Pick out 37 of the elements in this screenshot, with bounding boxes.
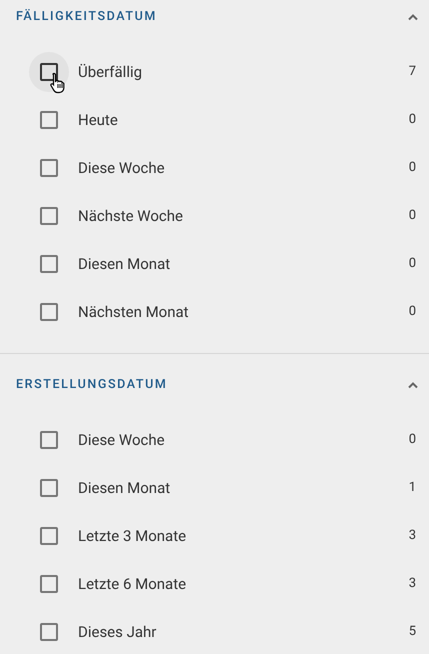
filter-label: Diese Woche <box>78 430 166 451</box>
filter-label: Diesen Monat <box>78 254 172 275</box>
checkbox[interactable] <box>40 255 58 273</box>
filter-label: Diese Woche <box>78 158 166 179</box>
checkbox[interactable] <box>40 527 58 545</box>
filter-label: Nächste Woche <box>78 206 184 227</box>
checkbox[interactable] <box>40 479 58 497</box>
filter-label: Dieses Jahr <box>78 622 158 643</box>
filter-label: Heute <box>78 110 119 131</box>
filter-count: 0 <box>408 431 416 450</box>
checkbox[interactable] <box>40 159 58 177</box>
filter-count: 5 <box>408 623 416 642</box>
filter-count: 0 <box>408 111 416 130</box>
chevron-up-icon[interactable] <box>407 381 419 389</box>
filter-count: 0 <box>408 207 416 226</box>
filter-count: 1 <box>408 479 416 498</box>
checkbox[interactable] <box>40 303 58 321</box>
section-title: ERSTELLUNGSDATUM <box>16 376 168 394</box>
chevron-up-icon[interactable] <box>407 13 419 21</box>
checkbox[interactable] <box>40 431 58 449</box>
filter-count: 3 <box>408 527 416 546</box>
filter-count: 3 <box>408 575 416 594</box>
filter-label: Diesen Monat <box>78 478 172 499</box>
filter-count: 0 <box>408 159 416 178</box>
filter-label: Letzte 3 Monate <box>78 526 188 547</box>
checkbox[interactable] <box>40 111 58 129</box>
checkbox[interactable] <box>40 575 58 593</box>
filter-label: Überfällig <box>78 62 144 83</box>
filter-label: Nächsten Monat <box>78 302 190 323</box>
checkbox[interactable] <box>40 207 58 225</box>
filter-count: 0 <box>408 255 416 274</box>
filter-count: 0 <box>408 303 416 322</box>
hand-cursor-icon <box>50 72 66 94</box>
filter-label: Letzte 6 Monate <box>78 574 188 595</box>
checkbox[interactable] <box>40 623 58 641</box>
filter-count: 7 <box>408 63 416 82</box>
section-title: FÄLLIGKEITSDATUM <box>16 8 157 26</box>
